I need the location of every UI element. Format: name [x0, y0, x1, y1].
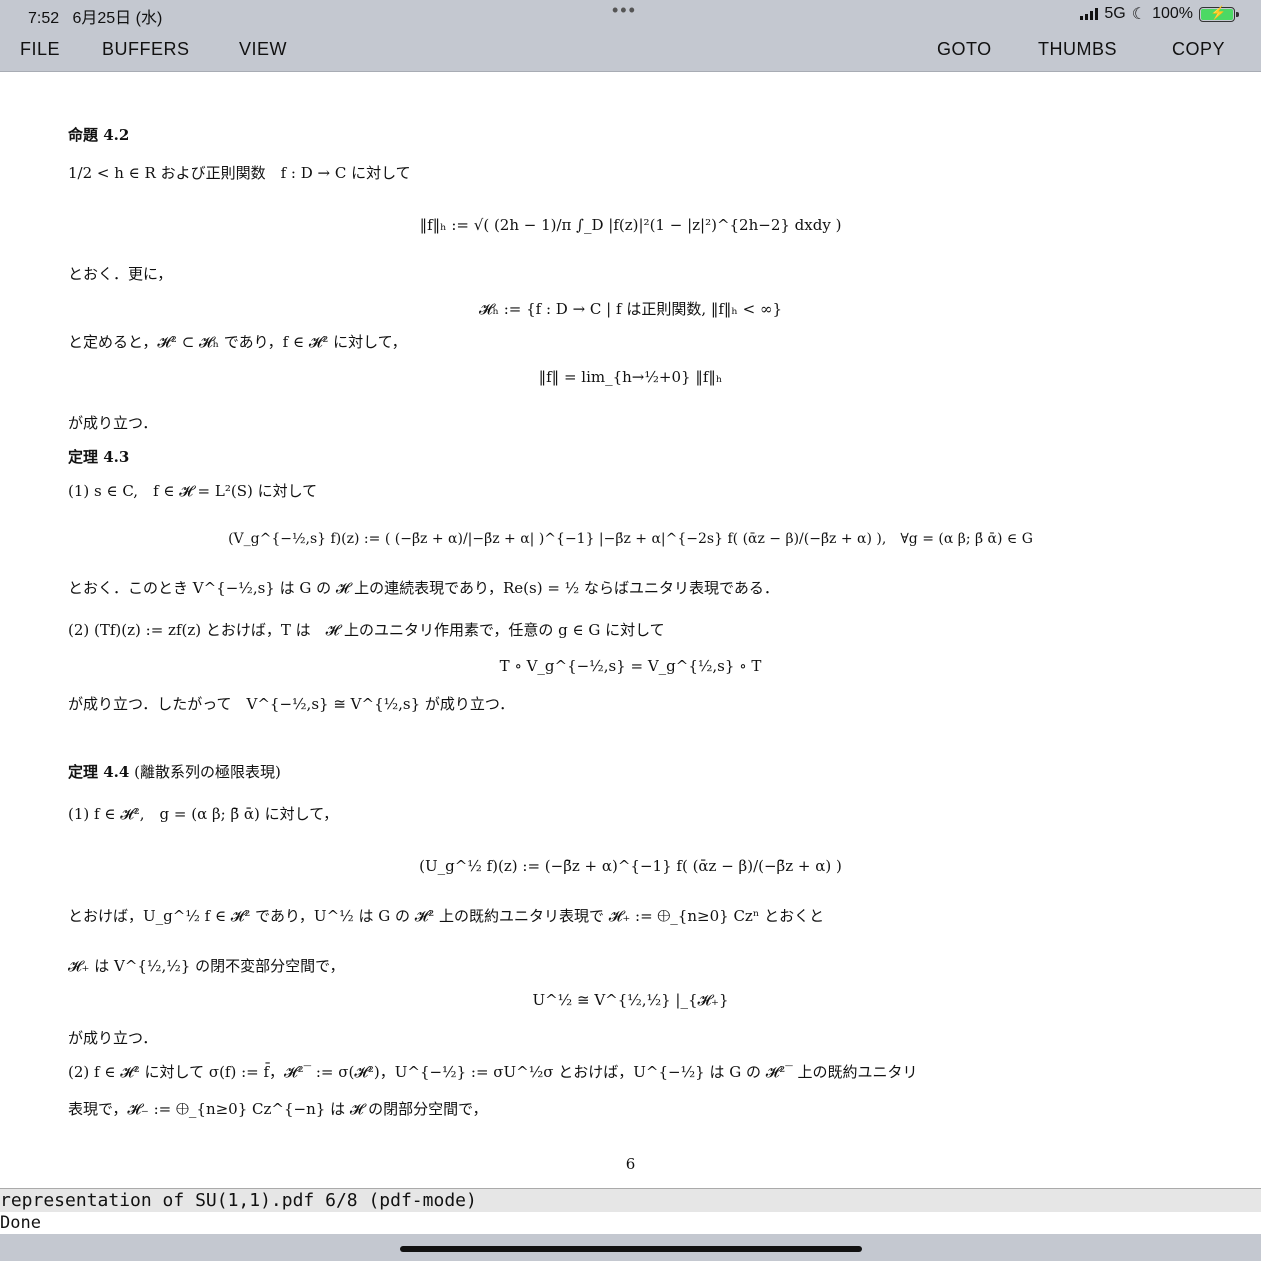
text-holds-1: が成り立つ． — [68, 414, 158, 432]
menu-bar: FILE BUFFERS VIEW GOTO THUMBS COPY — [0, 28, 1261, 72]
equation-U-equivalence: U^½ ≅ V^{½,½} |_{𝓗₊} — [532, 991, 729, 1009]
battery-percent: 100% — [1152, 5, 1193, 22]
equation-V-representation: (V_g^{−½,s} f)(z) := ( (−β̄z + α)/|−β̄z … — [228, 531, 1033, 547]
theorem-4-4-subtitle: (離散系列の極限表現) — [134, 763, 281, 781]
equation-limit: ‖f‖ = lim_{h→½+0} ‖f‖ₕ — [538, 368, 723, 386]
text-invariant-subspace: 𝓗₊ は V^{½,½} の閉不変部分空間で， — [68, 957, 345, 975]
theorem-4-4-part2: (2) f ∈ 𝓗² に対して σ(f) := f̄，𝓗²‾ := σ(𝓗²)，… — [68, 1063, 918, 1081]
cellular-signal-icon — [1080, 8, 1099, 20]
pdf-page[interactable]: 命題 4.2 1/2 < h ∈ R および正則関数 f : D → C に対し… — [0, 72, 1261, 1185]
menu-file[interactable]: FILE — [20, 39, 60, 60]
text-continuous-rep: とおく．このとき V^{−½,s} は G の 𝓗 上の連続表現であり，Re(s… — [68, 579, 779, 597]
text-closed-subspace: 表現で，𝓗₋ := ⨁_{n≥0} Cz^{−n} は 𝓗 の閉部分空間で， — [68, 1100, 488, 1118]
moon-icon: ☾ — [1131, 6, 1147, 23]
text-equivalence: が成り立つ．したがって V^{−½,s} ≅ V^{½,s} が成り立つ． — [68, 695, 515, 713]
status-bar: 7:52 6月25日 (水) ••• 5G ☾ 100% ⚡ — [0, 0, 1261, 28]
theorem-4-3-part1: (1) s ∈ C, f ∈ 𝓗 = L²(S) に対して — [68, 482, 318, 500]
menu-thumbs[interactable]: THUMBS — [1038, 39, 1117, 60]
echo-area: Done — [0, 1212, 1261, 1234]
text-holds-2: が成り立つ． — [68, 1029, 158, 1047]
text-define: と定めると，𝓗² ⊂ 𝓗ₕ であり，f ∈ 𝓗² に対して， — [68, 333, 407, 351]
network-type: 5G — [1104, 5, 1126, 22]
clock: 7:52 — [28, 10, 60, 27]
theorem-4-4-heading: 定理 4.4 (離散系列の極限表現) — [68, 761, 281, 782]
equation-norm-h: ‖f‖ₕ := √( (2h − 1)/π ∫_D |f(z)|²(1 − |z… — [419, 216, 842, 234]
mode-line: representation of SU(1,1).pdf 6/8 (pdf-m… — [0, 1188, 1261, 1213]
menu-copy[interactable]: COPY — [1172, 39, 1225, 60]
theorem-4-4-title: 定理 4.4 — [68, 763, 130, 781]
text-irreducible: とおけば，U_g^½ f ∈ 𝓗² であり，U^½ は G の 𝓗² 上の既約ユ… — [68, 907, 825, 925]
status-right: 5G ☾ 100% ⚡ — [1080, 4, 1239, 24]
home-indicator-bar — [0, 1234, 1261, 1261]
proposition-4-2-title: 命題 4.2 — [68, 126, 130, 144]
menu-view[interactable]: VIEW — [239, 39, 287, 60]
menu-buffers[interactable]: BUFFERS — [102, 39, 190, 60]
multitasking-dots-icon[interactable]: ••• — [612, 0, 637, 21]
equation-intertwining: T ∘ V_g^{−½,s} = V_g^{½,s} ∘ T — [499, 657, 762, 675]
theorem-4-4-part1: (1) f ∈ 𝓗², g = (α β; β̄ ᾱ) に対して， — [68, 805, 339, 823]
text-then: とおく．更に， — [68, 265, 173, 283]
equation-space-h: 𝓗ₕ := {f : D → C | f は正則関数, ‖f‖ₕ < ∞} — [478, 300, 783, 318]
home-indicator[interactable] — [400, 1246, 862, 1252]
theorem-4-3-title: 定理 4.3 — [68, 448, 130, 466]
status-time: 7:52 6月25日 (水) — [28, 4, 162, 28]
date: 6月25日 (水) — [72, 10, 163, 27]
equation-U-representation: (U_g^½ f)(z) := (−β̄z + α)^{−1} f( (ᾱz −… — [419, 857, 842, 875]
proposition-4-2-statement: 1/2 < h ∈ R および正則関数 f : D → C に対して — [68, 164, 411, 182]
theorem-4-3-part2: (2) (Tf)(z) := zf(z) とおけば，T は 𝓗 上のユニタリ作用… — [68, 621, 665, 639]
menu-goto[interactable]: GOTO — [937, 39, 992, 60]
battery-icon: ⚡ — [1199, 5, 1239, 22]
page-number: 6 — [625, 1155, 636, 1173]
